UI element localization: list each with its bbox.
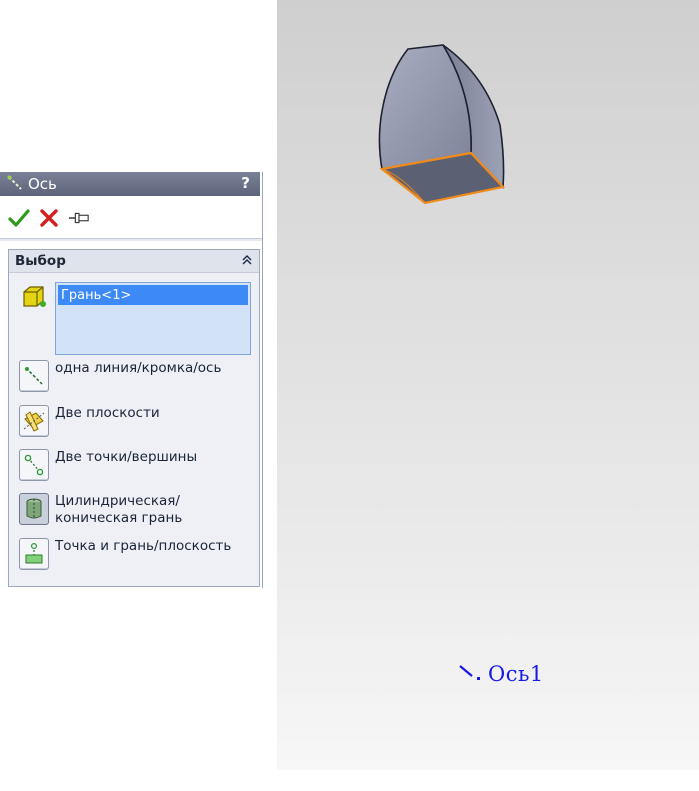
line-edge-axis-icon	[25, 367, 43, 385]
ok-button[interactable]	[8, 208, 30, 228]
two-planes-button[interactable]	[19, 405, 49, 437]
pin-button[interactable]	[68, 208, 90, 228]
collapse-icon[interactable]	[241, 254, 253, 269]
property-manager-title: Ось	[28, 175, 57, 193]
two-planes-icon	[23, 411, 45, 432]
option-label: Точка и грань/плоскость	[55, 538, 232, 554]
action-buttons	[8, 208, 98, 228]
separator	[0, 238, 262, 241]
cancel-button[interactable]	[38, 208, 60, 228]
pin-icon	[68, 212, 89, 224]
selection-group: Выбор Грань<1> одна линия/кромка/ось Две…	[8, 249, 260, 587]
selection-list-item[interactable]: Грань<1>	[58, 285, 248, 305]
cylinder-face-button[interactable]	[19, 493, 49, 525]
help-button[interactable]: ?	[241, 174, 250, 192]
option-cylinder-face[interactable]: Цилиндрическая/коническая грань	[19, 493, 260, 527]
option-label: одна линия/кромка/ось	[55, 360, 222, 376]
property-manager-title-bar: Ось ?	[0, 172, 260, 196]
option-label: Две точки/вершины	[55, 449, 198, 465]
axis-label[interactable]: Ось1	[458, 662, 544, 686]
selection-list[interactable]: Грань<1>	[55, 282, 251, 355]
face-selection-icon	[23, 286, 46, 307]
part-model[interactable]	[365, 35, 535, 210]
option-label: Цилиндрическая/коническая грань	[55, 493, 183, 526]
cancel-icon	[40, 209, 58, 227]
point-face-button[interactable]	[19, 538, 49, 570]
axis-label-text: Ось1	[488, 662, 544, 686]
option-label: Две плоскости	[55, 405, 160, 421]
point-face-icon	[25, 542, 43, 564]
selection-group-label: Выбор	[15, 253, 66, 269]
axis-feature-icon	[7, 175, 22, 190]
viewport-border	[270, 0, 277, 770]
two-points-icon	[24, 454, 44, 476]
option-line-edge-axis[interactable]: одна линия/кромка/ось	[19, 360, 260, 392]
axis-icon	[459, 665, 480, 680]
ok-icon	[8, 209, 30, 227]
option-two-planes[interactable]: Две плоскости	[19, 405, 260, 437]
cylinder-face-icon	[26, 498, 42, 519]
two-points-button[interactable]	[19, 449, 49, 481]
line-edge-axis-button[interactable]	[19, 360, 49, 392]
property-manager: Ось ? Выбор Грань<1> одна линия/кромка/о…	[0, 172, 263, 588]
option-two-points[interactable]: Две точки/вершины	[19, 449, 260, 481]
graphics-area[interactable]: Ось1	[270, 0, 699, 770]
option-point-face[interactable]: Точка и грань/плоскость	[19, 538, 260, 570]
selection-group-header[interactable]: Выбор	[9, 250, 259, 273]
